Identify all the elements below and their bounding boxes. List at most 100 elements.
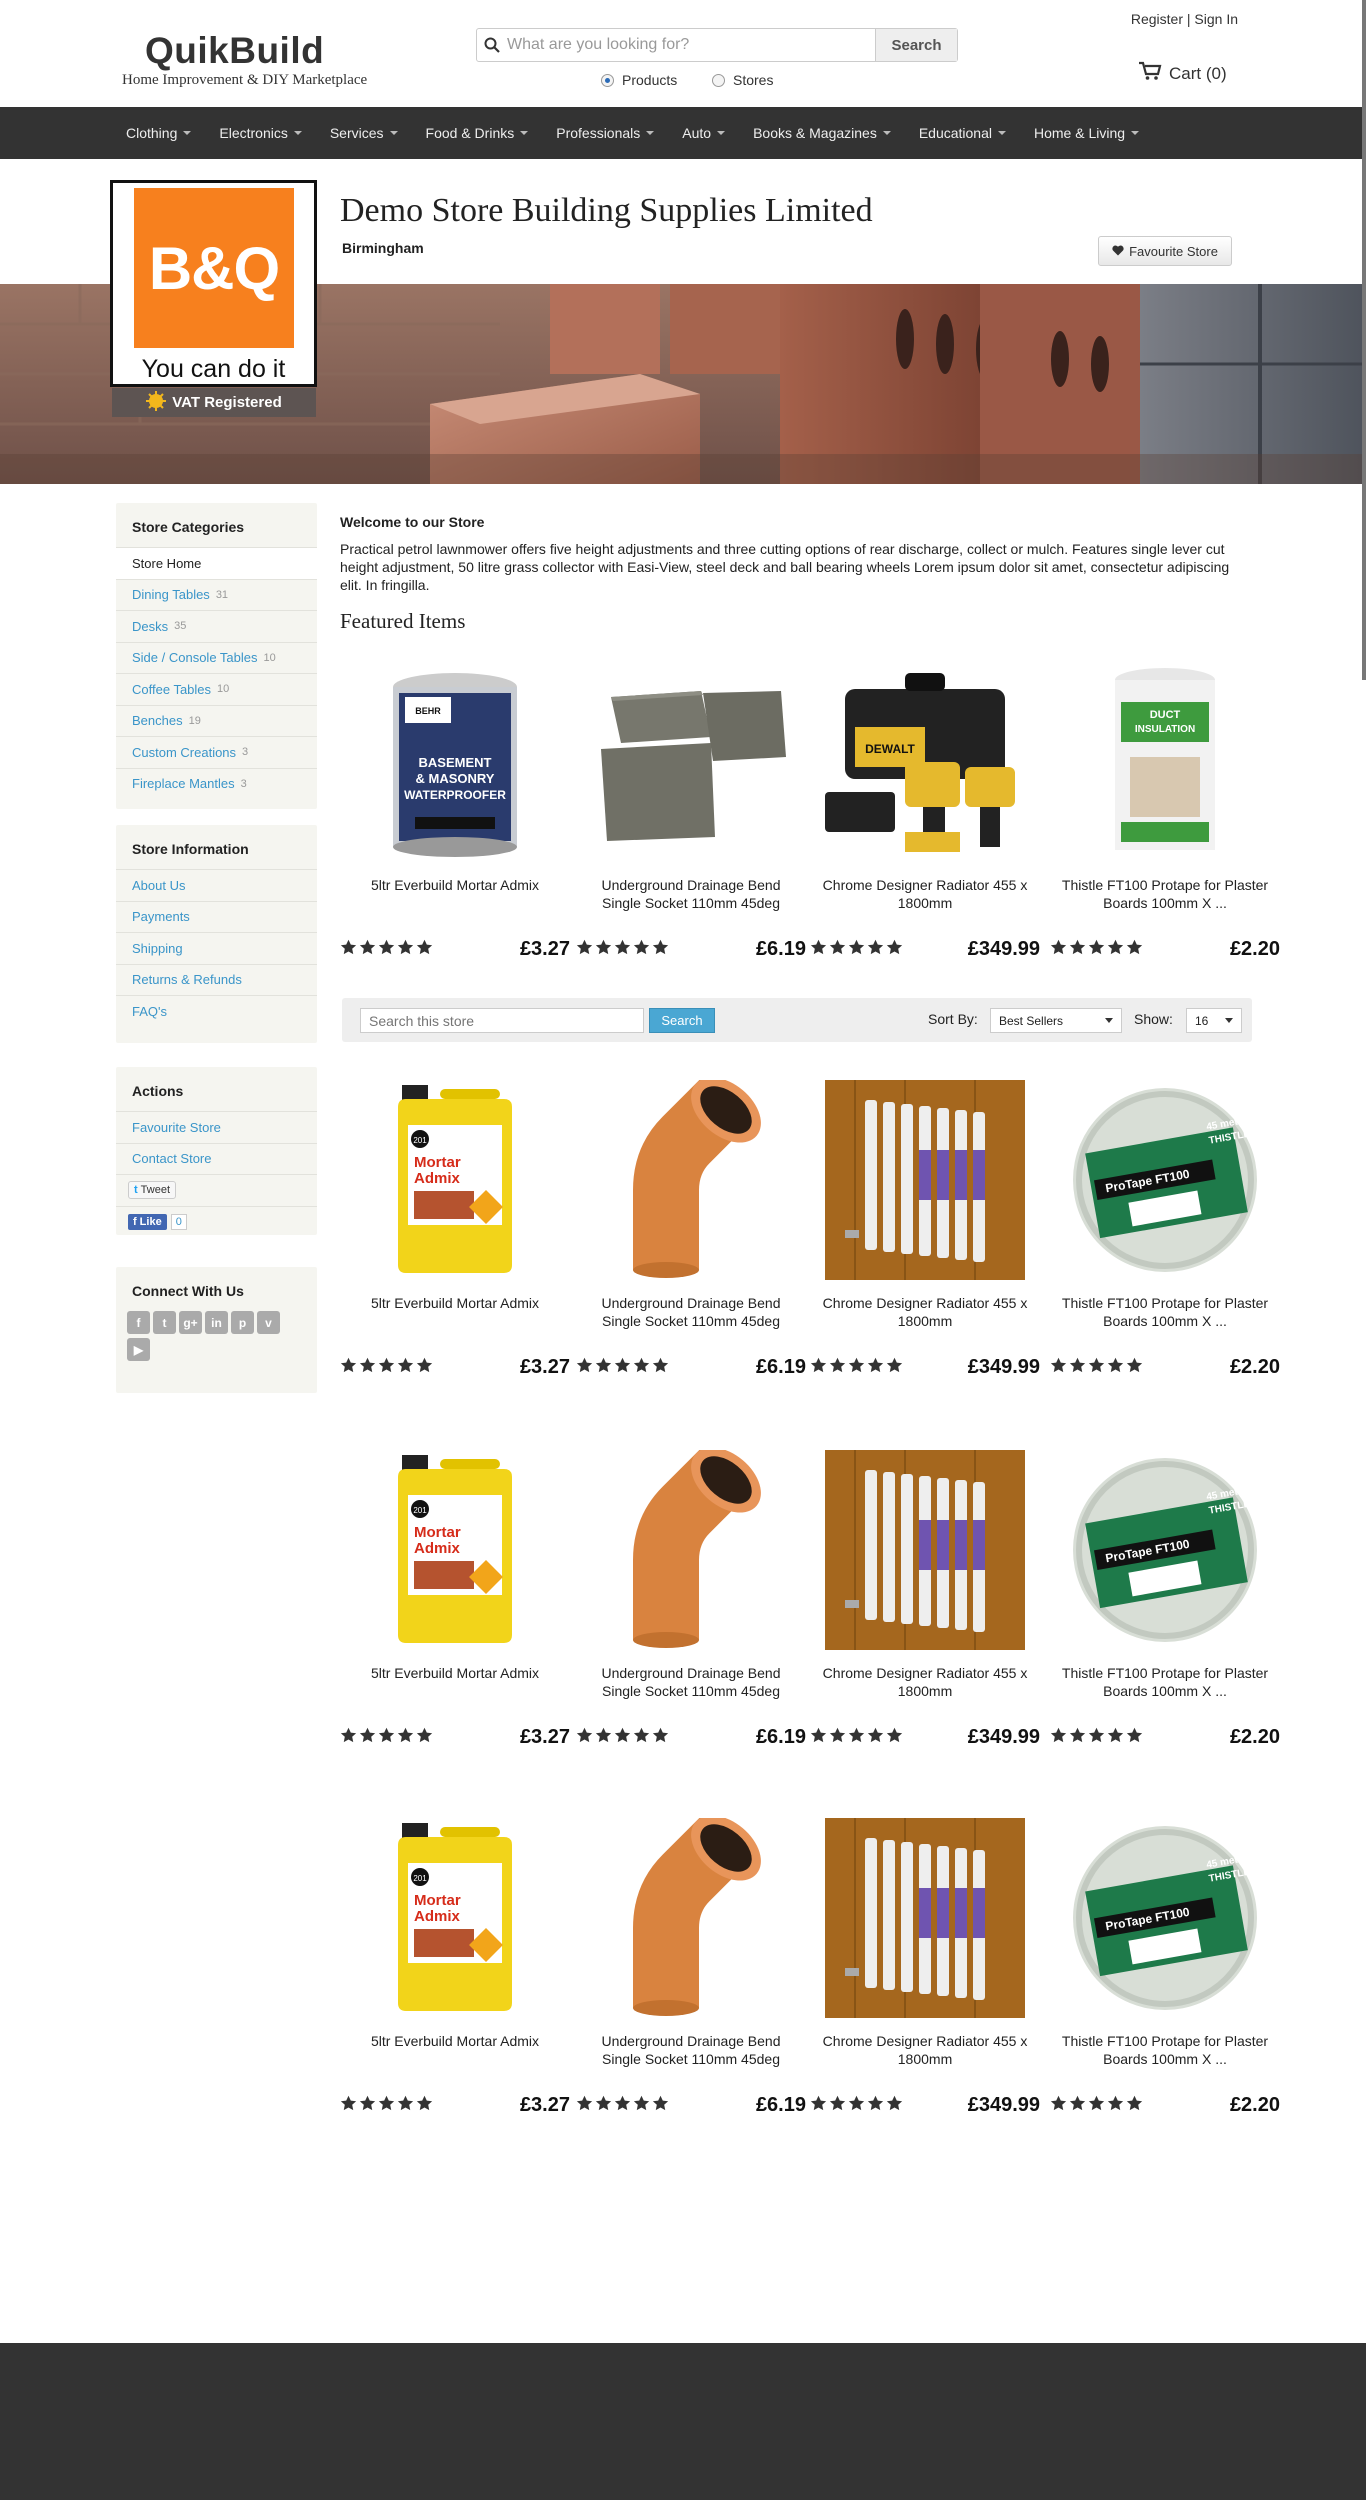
nav-item-home-living[interactable]: Home & Living <box>1034 125 1140 141</box>
sidebar-category-item[interactable]: Custom Creations 3 <box>116 736 317 768</box>
product-title[interactable]: 5ltr Everbuild Mortar Admix <box>340 1664 570 1704</box>
site-logo[interactable]: QuikBuild <box>145 30 324 72</box>
sidebar-info-item[interactable]: About Us <box>116 869 317 901</box>
pinterest-icon[interactable]: p <box>231 1311 254 1334</box>
product-card[interactable]: Underground Drainage Bend Single Socket … <box>576 1818 806 2117</box>
search-input[interactable] <box>507 29 875 61</box>
tape-roll-image[interactable]: 45 metres THISTLE ProTape FT100 <box>1050 1080 1280 1280</box>
product-card[interactable]: 201 Mortar Admix 5ltr Everbuild Mortar Admi… <box>340 1450 570 1749</box>
sidebar-info-item[interactable]: Payments <box>116 900 317 933</box>
product-title[interactable]: Thistle FT100 Protape for Plaster Boards… <box>1050 1294 1280 1334</box>
facebook-icon[interactable]: f <box>127 1311 150 1334</box>
search-option-stores[interactable]: Stores <box>712 72 773 88</box>
welcome-title: Welcome to our Store <box>340 514 485 530</box>
product-card[interactable]: Chrome Designer Radiator 455 x 1800mm £34… <box>810 1818 1040 2117</box>
pipe-bend-image[interactable] <box>576 1818 806 2018</box>
sidebar-category-item[interactable]: Coffee Tables 10 <box>116 673 317 705</box>
sort-select[interactable]: Best Sellers <box>990 1008 1122 1033</box>
product-title[interactable]: Chrome Designer Radiator 455 x 1800mm <box>810 2032 1040 2072</box>
product-card[interactable]: Underground Drainage Bend Single Socket … <box>576 662 806 961</box>
radio-products[interactable] <box>601 73 614 87</box>
search-option-products[interactable]: Products <box>601 72 677 88</box>
search-button[interactable]: Search <box>875 29 957 61</box>
tape-roll-image[interactable]: 45 metres THISTLE ProTape FT100 <box>1050 1450 1280 1650</box>
youtube-icon[interactable]: ▶ <box>127 1338 150 1361</box>
product-title[interactable]: 5ltr Everbuild Mortar Admix <box>340 2032 570 2072</box>
sidebar-info-item[interactable]: Returns & Refunds <box>116 963 317 996</box>
action-favourite-store[interactable]: Favourite Store <box>116 1111 317 1143</box>
tweet-button[interactable]: t Tweet <box>128 1181 177 1200</box>
twitter-icon[interactable]: t <box>153 1311 176 1334</box>
product-card[interactable]: Underground Drainage Bend Single Socket … <box>576 1450 806 1749</box>
product-card[interactable]: DEWALT Chrome Designer Radiator 455 x 180… <box>810 662 1040 961</box>
radiator-image[interactable] <box>810 1818 1040 2018</box>
product-card[interactable]: Underground Drainage Bend Single Socket … <box>576 1080 806 1379</box>
mortar-admix-image[interactable]: 201 Mortar Admix <box>340 1818 570 2018</box>
nav-item-clothing[interactable]: Clothing <box>126 125 192 141</box>
product-card[interactable]: Chrome Designer Radiator 455 x 1800mm £34… <box>810 1450 1040 1749</box>
product-title[interactable]: Thistle FT100 Protape for Plaster Boards… <box>1050 2032 1280 2072</box>
product-card[interactable]: Chrome Designer Radiator 455 x 1800mm £34… <box>810 1080 1040 1379</box>
nav-item-professionals[interactable]: Professionals <box>556 125 655 141</box>
store-search-button[interactable]: Search <box>649 1008 715 1033</box>
pipe-bend-image[interactable] <box>576 1450 806 1650</box>
mortar-admix-image[interactable]: 201 Mortar Admix <box>340 1450 570 1650</box>
google-plus-icon[interactable]: g+ <box>179 1311 202 1334</box>
sidebar-category-item[interactable]: Desks 35 <box>116 610 317 642</box>
product-title[interactable]: Underground Drainage Bend Single Socket … <box>576 1294 806 1334</box>
action-contact-store[interactable]: Contact Store <box>116 1142 317 1175</box>
nav-item-food-drinks[interactable]: Food & Drinks <box>426 125 529 141</box>
pipe-bend-image[interactable] <box>576 1080 806 1280</box>
sidebar-info-item[interactable]: FAQ's <box>116 995 317 1027</box>
product-card[interactable]: 45 metres THISTLE ProTape FT100 Thistle FT1… <box>1050 1450 1280 1749</box>
radiator-image[interactable] <box>810 1450 1040 1650</box>
linkedin-icon[interactable]: in <box>205 1311 228 1334</box>
facebook-like-button[interactable]: f Like <box>128 1213 167 1230</box>
product-title[interactable]: 5ltr Everbuild Mortar Admix <box>340 1294 570 1334</box>
nav-item-educational[interactable]: Educational <box>919 125 1006 141</box>
product-title[interactable]: Underground Drainage Bend Single Socket … <box>576 2032 806 2072</box>
radiator-image[interactable] <box>810 1080 1040 1280</box>
register-link[interactable]: Register <box>1131 11 1183 27</box>
product-title[interactable]: Chrome Designer Radiator 455 x 1800mm <box>810 1294 1040 1334</box>
nav-item-auto[interactable]: Auto <box>682 125 726 141</box>
mortar-admix-image[interactable]: 201 Mortar Admix <box>340 1080 570 1280</box>
product-card[interactable]: BEHR BASEMENT & MASONRY WATERPROOFER 5ltr Ev… <box>340 662 570 961</box>
vimeo-icon[interactable]: v <box>257 1311 280 1334</box>
product-title[interactable]: Chrome Designer Radiator 455 x 1800mm <box>810 1664 1040 1704</box>
product-card[interactable]: DUCT INSULATION Thistle FT100 Protape for … <box>1050 662 1280 961</box>
cart-link[interactable]: Cart (0) <box>1138 61 1227 86</box>
sidebar-category-item[interactable]: Store Home <box>116 547 317 579</box>
tape-roll-image[interactable]: 45 metres THISTLE ProTape FT100 <box>1050 1818 1280 2018</box>
product-price: £2.20 <box>1229 938 1280 960</box>
insulation-roll-image[interactable]: DUCT INSULATION <box>1050 662 1280 862</box>
product-title[interactable]: 5ltr Everbuild Mortar Admix <box>340 876 570 916</box>
product-card[interactable]: 45 metres THISTLE ProTape FT100 Thistle FT1… <box>1050 1080 1280 1379</box>
paint-tin-image[interactable]: BEHR BASEMENT & MASONRY WATERPROOFER <box>340 662 570 862</box>
product-title[interactable]: Thistle FT100 Protape for Plaster Boards… <box>1050 1664 1280 1704</box>
paving-slabs-image[interactable] <box>576 662 806 862</box>
product-card[interactable]: 45 metres THISTLE ProTape FT100 Thistle FT1… <box>1050 1818 1280 2117</box>
scrollbar[interactable] <box>1362 0 1366 680</box>
show-select[interactable]: 16 <box>1186 1008 1242 1033</box>
store-search-input[interactable] <box>360 1008 644 1033</box>
product-card[interactable]: 201 Mortar Admix 5ltr Everbuild Mortar Admi… <box>340 1080 570 1379</box>
radio-stores[interactable] <box>712 73 725 87</box>
nav-item-electronics[interactable]: Electronics <box>219 125 302 141</box>
nav-item-services[interactable]: Services <box>330 125 398 141</box>
sidebar-category-item[interactable]: Dining Tables 31 <box>116 578 317 611</box>
product-card[interactable]: 201 Mortar Admix 5ltr Everbuild Mortar Admi… <box>340 1818 570 2117</box>
sidebar-info-item[interactable]: Shipping <box>116 932 317 964</box>
product-title[interactable]: Underground Drainage Bend Single Socket … <box>576 1664 806 1704</box>
product-title[interactable]: Thistle FT100 Protape for Plaster Boards… <box>1050 876 1280 916</box>
product-title[interactable]: Underground Drainage Bend Single Socket … <box>576 876 806 916</box>
sidebar-category-item[interactable]: Fireplace Mantles 3 <box>116 767 317 800</box>
sidebar-category-item[interactable]: Benches 19 <box>116 704 317 737</box>
favourite-store-button[interactable]: Favourite Store <box>1098 236 1232 266</box>
product-title[interactable]: Chrome Designer Radiator 455 x 1800mm <box>810 876 1040 916</box>
drill-kit-image[interactable]: DEWALT <box>810 662 1040 862</box>
nav-item-books-magazines[interactable]: Books & Magazines <box>753 125 891 141</box>
sign-in-link[interactable]: Sign In <box>1194 11 1238 27</box>
facebook-f-icon: f <box>133 1215 137 1228</box>
sidebar-category-item[interactable]: Side / Console Tables 10 <box>116 641 317 674</box>
